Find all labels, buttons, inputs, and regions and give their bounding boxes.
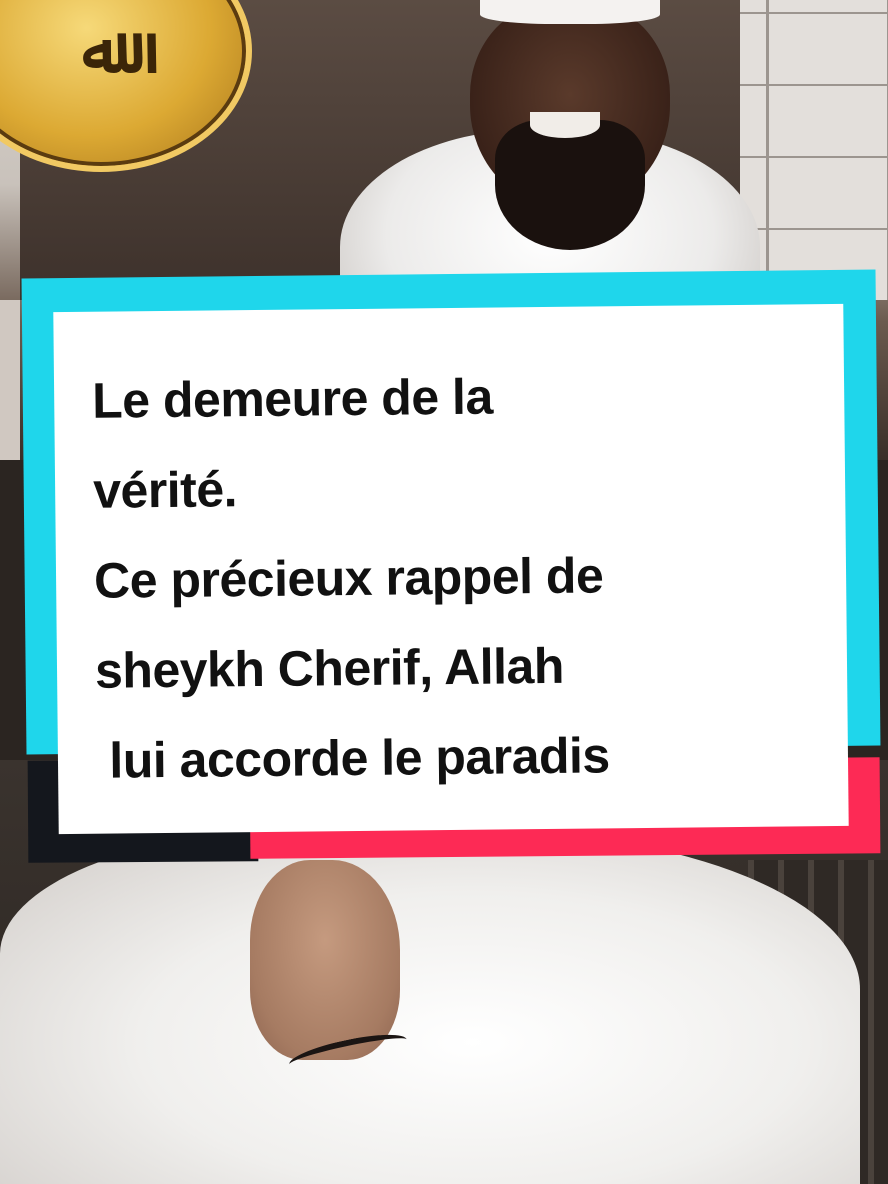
listener-hand [250,860,400,1060]
caption-line-3: Ce précieux rappel de [93,547,604,609]
caption-line-5: lui accorde le paradis [95,727,610,789]
caption-line-4: sheykh Cherif, Allah [94,637,565,699]
logo-text: ﷲ [82,13,126,88]
caption-line-2: vérité. [92,461,238,519]
left-edge-strip [0,300,20,460]
listener-robe [0,830,860,1184]
speaker-beard [495,120,645,250]
speaker-cap [480,0,660,24]
caption-card: Le demeure de la vérité. Ce précieux rap… [53,303,849,835]
speaker-smile [530,112,600,138]
caption-line-1: Le demeure de la [91,368,493,429]
video-frame: ﷲ Le demeure de la vérité. Ce précieux r… [0,0,888,1184]
